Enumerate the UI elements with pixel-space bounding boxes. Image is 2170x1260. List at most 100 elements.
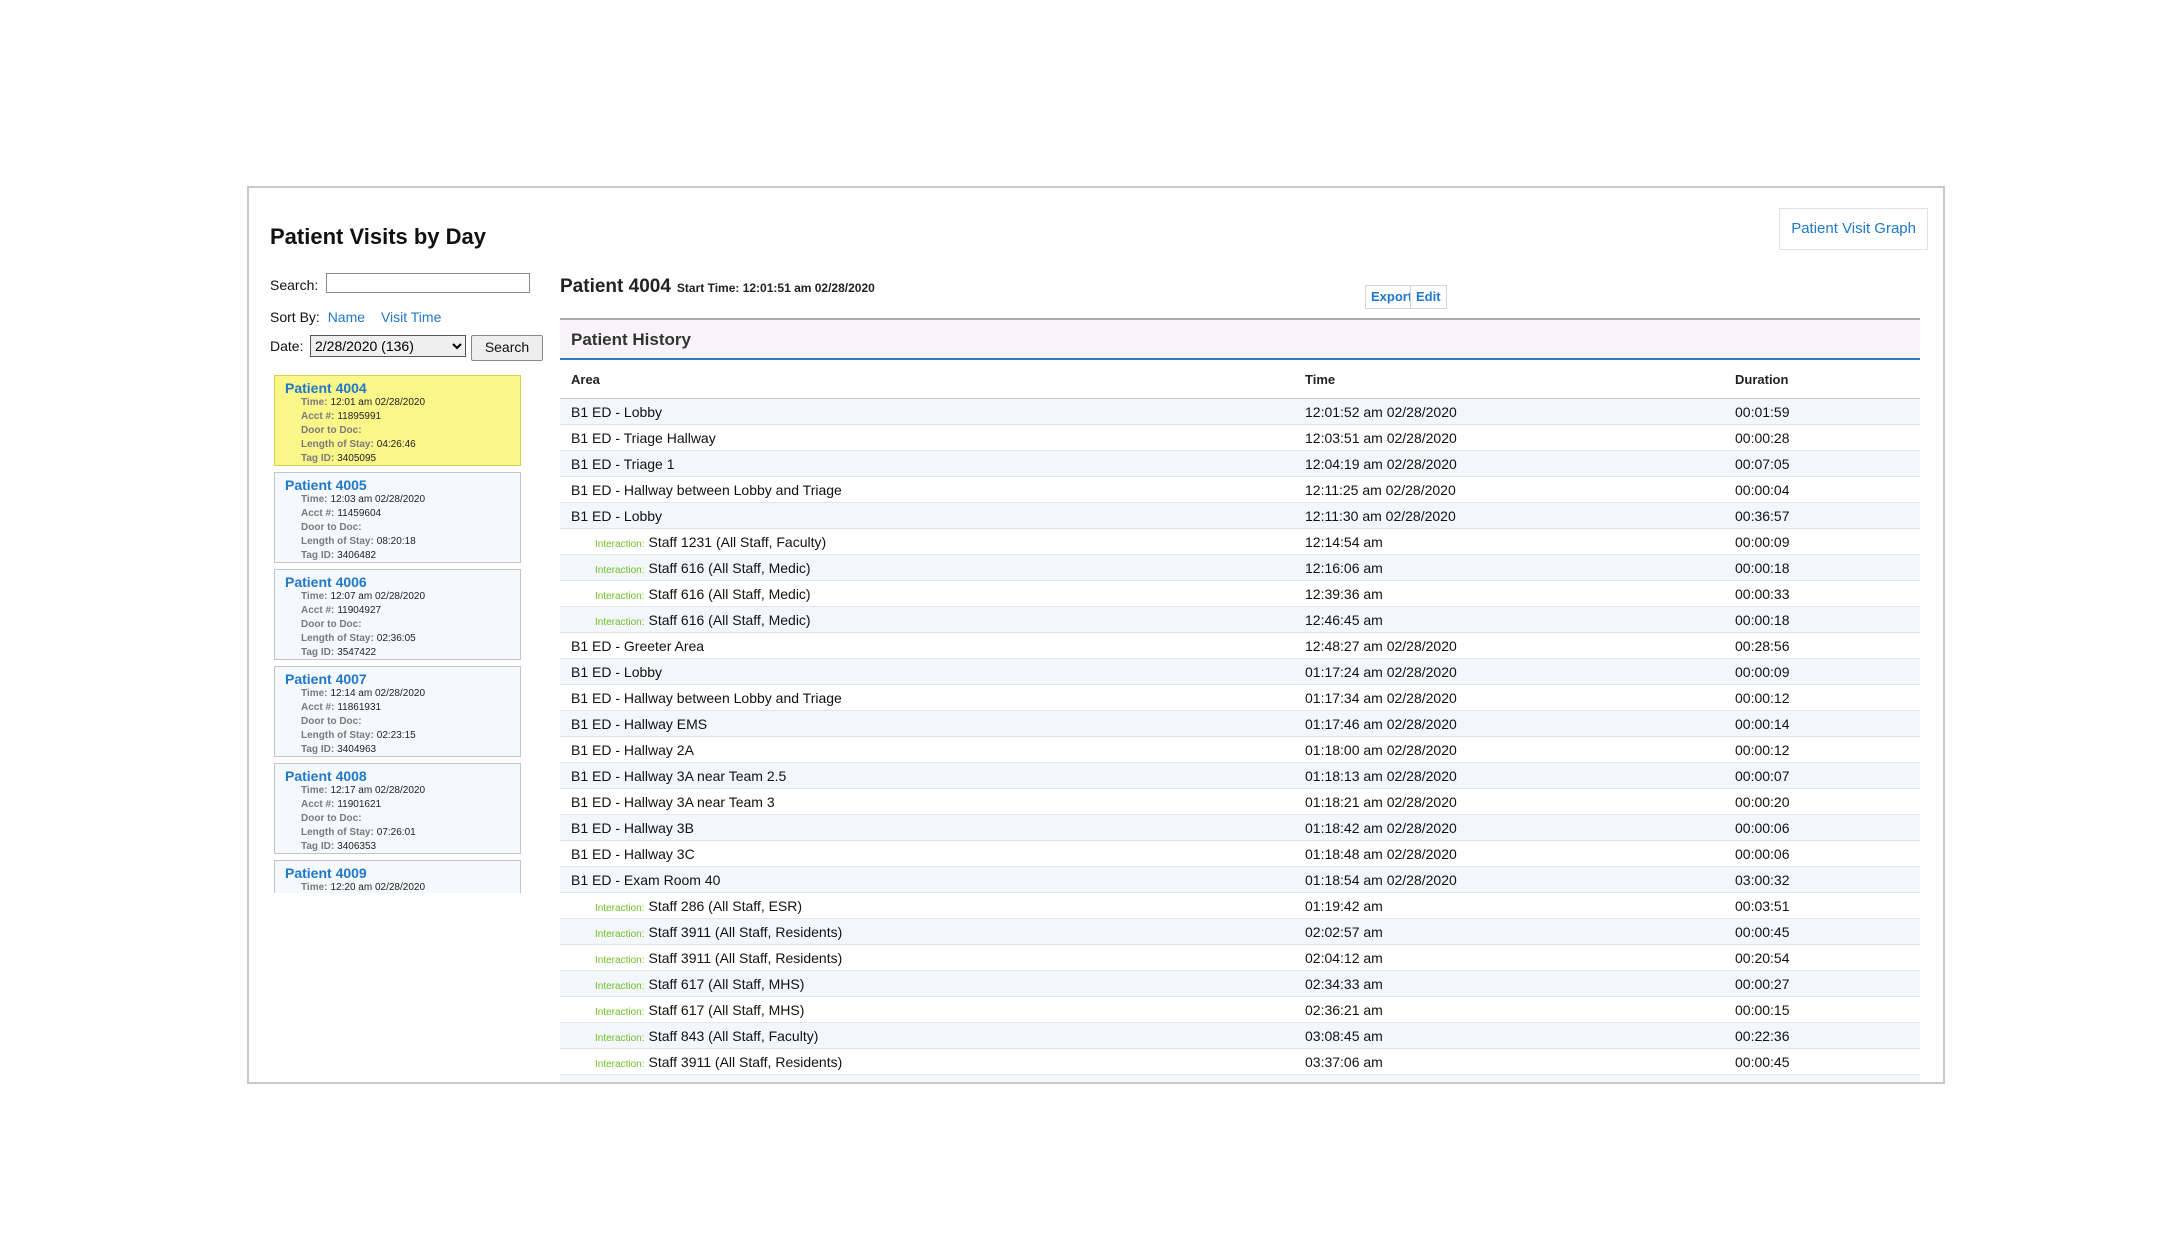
area-text: B1 ED - Lobby (571, 663, 663, 680)
patient-card-time-label: Time: (301, 591, 328, 602)
area-text: B1 ED - Hallway 3A near Team 2.5 (571, 767, 787, 784)
edit-button[interactable]: Edit (1410, 285, 1447, 309)
time-cell: 02:34:33 am (1294, 970, 1724, 997)
patient-card-los-label: Length of Stay: (301, 827, 374, 838)
patient-card-time-value: 12:20 am 02/28/2020 (330, 882, 426, 893)
patient-card-time: Time: 12:14 am 02/28/2020 (301, 688, 425, 699)
patient-card-name[interactable]: Patient 4004 (285, 380, 367, 396)
area-cell: Interaction: Staff 3911 (All Staff, Resid… (560, 1048, 1294, 1075)
patient-card-time-label: Time: (301, 688, 328, 699)
patient-card-time: Time: 12:20 am 02/28/2020 (301, 882, 425, 893)
patient-card-name[interactable]: Patient 4009 (285, 865, 367, 881)
patient-card-name[interactable]: Patient 4005 (285, 477, 367, 493)
patient-card-tag-value: 3405095 (337, 453, 377, 464)
history-row: B1 ED - Lobby 12:11:30 am 02/28/2020 00:36… (560, 502, 1920, 529)
area-text: B1 ED - Greeter Area (571, 637, 705, 654)
patient-card-name[interactable]: Patient 4008 (285, 768, 367, 784)
area-text: B1 ED - Hallway 3C (571, 845, 695, 862)
patient-card-door: Door to Doc: (301, 619, 365, 630)
patient-card[interactable]: Patient 4008 Time: 12:17 am 02/28/2020 Acct… (274, 763, 521, 854)
patient-list[interactable]: Patient 4004 Time: 12:01 am 02/28/2020 Acct… (274, 375, 532, 893)
duration-cell: 00:22:36 (1724, 1022, 1920, 1049)
duration-cell: 00:00:18 (1724, 554, 1920, 581)
patient-card-time-value: 12:07 am 02/28/2020 (330, 591, 426, 602)
time-cell: 12:01:52 am 02/28/2020 (1294, 398, 1724, 425)
patient-card-time-value: 12:17 am 02/28/2020 (330, 785, 426, 796)
time-cell: 01:17:24 am 02/28/2020 (1294, 658, 1724, 685)
time-cell: 03:08:45 am (1294, 1022, 1724, 1049)
interaction-row: Interaction: Staff 616 (All Staff, Medic)… (560, 580, 1920, 607)
history-row: B1 ED - Hallway 3A near Team 3 01:18:21 a… (560, 788, 1920, 815)
duration-cell: 00:01:59 (1724, 398, 1920, 425)
time-cell: 01:17:46 am 02/28/2020 (1294, 710, 1724, 737)
date-select[interactable]: 2/28/2020 (136) (310, 335, 466, 357)
patient-card-tag-value: 3404963 (337, 744, 377, 755)
patient-card-door-label: Door to Doc: (301, 425, 362, 436)
patient-card-time-value: 12:03 am 02/28/2020 (330, 494, 426, 505)
area-cell: B1 ED - Hallway 3C (560, 1074, 1294, 1082)
area-text: Staff 616 (All Staff, Medic) (648, 585, 811, 602)
history-row: B1 ED - Hallway 3B 01:18:42 am 02/28/2020… (560, 814, 1920, 841)
patient-card-time-value: 12:01 am 02/28/2020 (330, 397, 426, 408)
time-cell: 03:37:06 am (1294, 1048, 1724, 1075)
sort-by-visit-time-link[interactable]: Visit Time (381, 309, 441, 325)
patient-card-tag: Tag ID: 3406353 (301, 841, 376, 852)
patient-card-los-value: 02:36:05 (376, 633, 416, 644)
patient-card-acct-label: Acct #: (301, 605, 335, 616)
patient-card[interactable]: Patient 4004 Time: 12:01 am 02/28/2020 Acct… (274, 375, 521, 466)
area-cell: Interaction: Staff 616 (All Staff, Medic) (560, 606, 1294, 633)
area-cell: B1 ED - Lobby (560, 502, 1294, 529)
time-cell: 12:14:54 am (1294, 528, 1724, 555)
patient-card-acct: Acct #: 11901621 (301, 799, 381, 810)
area-text: Staff 843 (All Staff, Faculty) (648, 1027, 819, 1044)
patient-visit-graph-button[interactable]: Patient Visit Graph (1779, 208, 1928, 250)
patient-card[interactable]: Patient 4005 Time: 12:03 am 02/28/2020 Acct… (274, 472, 521, 563)
patient-card-time-label: Time: (301, 397, 328, 408)
area-cell: B1 ED - Triage 1 (560, 450, 1294, 477)
patient-card-acct: Acct #: 11861931 (301, 702, 381, 713)
area-cell: B1 ED - Hallway between Lobby and Triage (560, 684, 1294, 711)
patient-card[interactable]: Patient 4006 Time: 12:07 am 02/28/2020 Acct… (274, 569, 521, 660)
patient-card[interactable]: Patient 4009Time:12:20 am 02/28/2020Acct… (274, 860, 521, 893)
area-cell: Interaction: Staff 616 (All Staff, Medic) (560, 580, 1294, 607)
history-row: B1 ED - Greeter Area 12:48:27 am 02/28/20… (560, 632, 1920, 659)
patient-card[interactable]: Patient 4007 Time: 12:14 am 02/28/2020 Acct… (274, 666, 521, 757)
patient-card-acct-label: Acct #: (301, 702, 335, 713)
duration-cell: 00:00:12 (1724, 736, 1920, 763)
history-row: B1 ED - Hallway 3C 01:18:48 am 02/28/2020… (560, 840, 1920, 867)
duration-cell: 00:00:20 (1724, 788, 1920, 815)
patient-card-los-label: Length of Stay: (301, 730, 374, 741)
area-cell: Interaction: Staff 3911 (All Staff, Resid… (560, 944, 1294, 971)
patient-card-name[interactable]: Patient 4006 (285, 574, 367, 590)
area-text: Staff 3911 (All Staff, Residents) (648, 949, 843, 966)
area-text: B1 ED - Exam Room 40 (571, 871, 721, 888)
patient-card-acct: Acct #: 11459604 (301, 508, 381, 519)
sort-by-name-link[interactable]: Name (328, 309, 365, 325)
patient-card-time: Time: 12:03 am 02/28/2020 (301, 494, 425, 505)
history-row: B1 ED - Hallway EMS 01:17:46 am 02/28/202… (560, 710, 1920, 737)
area-text: Staff 3911 (All Staff, Residents) (648, 923, 843, 940)
patient-card-name[interactable]: Patient 4007 (285, 671, 367, 687)
patient-card-acct-value: 11895991 (337, 411, 382, 422)
duration-cell: 00:00:33 (1724, 580, 1920, 607)
selected-patient-name: Patient 4004 (560, 276, 671, 297)
area-cell: Interaction: Staff 616 (All Staff, Medic) (560, 554, 1294, 581)
patient-card-los-value: 08:20:18 (376, 536, 416, 547)
area-cell: B1 ED - Lobby (560, 398, 1294, 425)
search-button[interactable]: Search (471, 335, 543, 361)
patient-card-tag-value: 3406482 (337, 550, 377, 561)
selected-start-time: Start Time: 12:01:51 am 02/28/2020 (676, 281, 875, 295)
patient-card-acct-value: 11904927 (337, 605, 382, 616)
patient-history-title: Patient History (560, 318, 1920, 360)
area-cell: B1 ED - Hallway EMS (560, 710, 1294, 737)
interaction-row: Interaction: Staff 617 (All Staff, MHS) 02… (560, 996, 1920, 1023)
search-input[interactable] (326, 273, 530, 293)
time-cell: 01:17:34 am 02/28/2020 (1294, 684, 1724, 711)
area-cell: Interaction: Staff 286 (All Staff, ESR) (560, 892, 1294, 919)
patient-card-door: Door to Doc: (301, 813, 365, 824)
interaction-tag: Interaction: (595, 616, 645, 628)
patient-card-tag-value: 3406353 (337, 841, 377, 852)
patient-card-time-label: Time: (301, 882, 328, 893)
interaction-row: Interaction: Staff 3911 (All Staff, Resid… (560, 918, 1920, 945)
date-label: Date: (270, 338, 304, 354)
